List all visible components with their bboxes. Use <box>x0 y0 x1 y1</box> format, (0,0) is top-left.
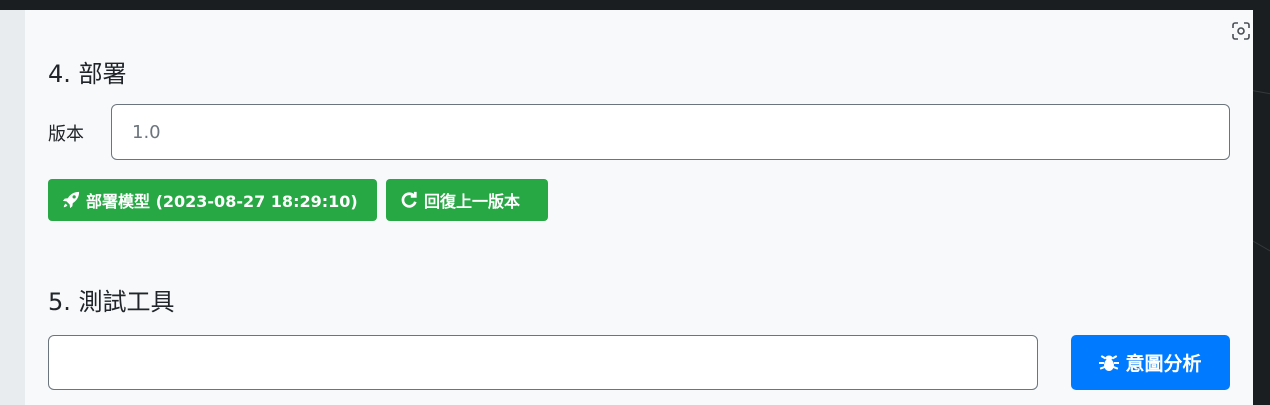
deploy-model-label: 部署模型 (2023-08-27 18:29:10) <box>86 192 358 211</box>
redo-icon <box>400 191 418 209</box>
revert-version-label: 回復上一版本 <box>424 192 521 211</box>
rocket-icon <box>62 191 80 209</box>
test-input[interactable] <box>48 335 1038 390</box>
intent-analysis-label: 意圖分析 <box>1125 353 1202 375</box>
intent-analysis-button[interactable]: 意圖分析 <box>1071 335 1230 390</box>
bug-icon <box>1099 353 1120 373</box>
version-label: 版本 <box>48 124 84 145</box>
left-gutter <box>0 10 25 405</box>
bg-line <box>1251 90 1270 97</box>
deploy-heading: 4. 部署 <box>48 60 127 88</box>
version-input[interactable] <box>111 104 1230 160</box>
content-panel: 4. 部署 版本 部署模型 (2023-08-27 18:29:10) 回復上一… <box>25 10 1253 405</box>
test-tools-heading: 5. 測試工具 <box>48 288 175 316</box>
revert-version-button[interactable]: 回復上一版本 <box>386 179 548 221</box>
deploy-model-button[interactable]: 部署模型 (2023-08-27 18:29:10) <box>48 179 377 221</box>
scan-icon <box>1232 22 1250 40</box>
bg-line <box>1251 240 1270 256</box>
scan-button[interactable] <box>1229 19 1253 43</box>
